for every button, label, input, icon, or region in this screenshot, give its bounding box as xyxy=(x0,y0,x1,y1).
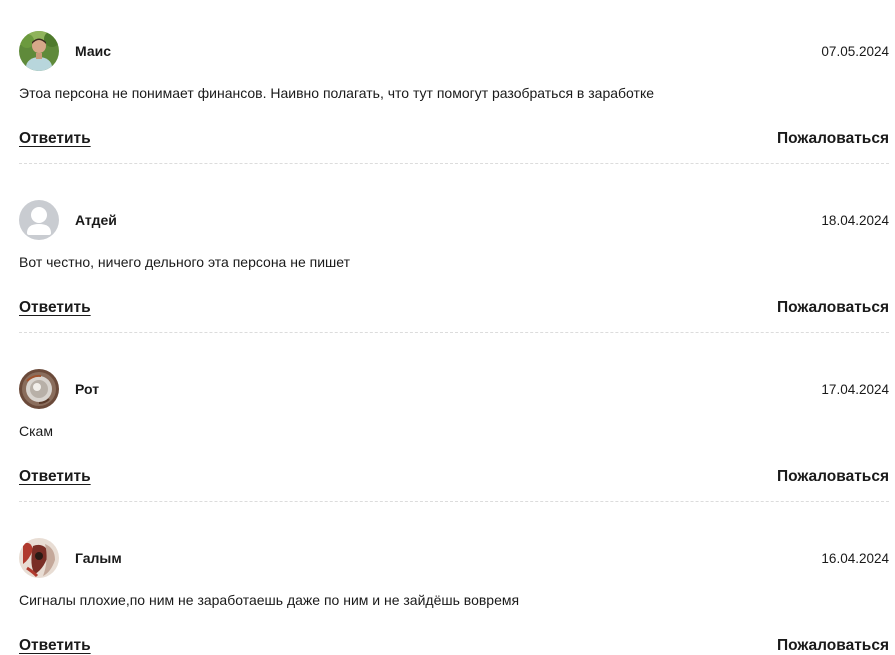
comment-item: Атдей 18.04.2024 Вот честно, ничего дель… xyxy=(0,169,895,338)
user-photo-avatar xyxy=(19,369,59,409)
comment-author: Маис xyxy=(75,43,112,59)
avatar[interactable] xyxy=(19,200,59,240)
avatar[interactable] xyxy=(19,538,59,578)
comment-text: Скам xyxy=(19,423,53,439)
default-avatar-icon xyxy=(19,200,59,240)
comment-date: 17.04.2024 xyxy=(821,382,889,397)
reply-link[interactable]: Ответить xyxy=(19,298,91,318)
comment-author: Рот xyxy=(75,381,100,397)
comment-date: 07.05.2024 xyxy=(821,44,889,59)
reply-link[interactable]: Ответить xyxy=(19,636,91,655)
comment-author: Галым xyxy=(75,550,122,566)
complain-link[interactable]: Пожаловаться xyxy=(777,467,889,487)
comment-item: Маис 07.05.2024 Этоа персона не понимает… xyxy=(0,0,895,169)
comment-author: Атдей xyxy=(75,212,117,228)
reply-link[interactable]: Ответить xyxy=(19,129,91,149)
complain-link[interactable]: Пожаловаться xyxy=(777,129,889,149)
avatar[interactable] xyxy=(19,31,59,71)
complain-link[interactable]: Пожаловаться xyxy=(777,636,889,655)
comment-text: Этоа персона не понимает финансов. Наивн… xyxy=(19,85,655,101)
divider xyxy=(19,332,889,333)
reply-link[interactable]: Ответить xyxy=(19,467,91,487)
comment-date: 18.04.2024 xyxy=(821,213,889,228)
complain-link[interactable]: Пожаловаться xyxy=(777,298,889,318)
user-photo-avatar xyxy=(19,31,59,71)
divider xyxy=(19,501,889,502)
comment-text: Вот честно, ничего дельного эта персона … xyxy=(19,254,351,270)
avatar[interactable] xyxy=(19,369,59,409)
divider xyxy=(19,163,889,164)
comments-list: Маис 07.05.2024 Этоа персона не понимает… xyxy=(0,0,895,655)
comment-item: Галым 16.04.2024 Сигналы плохие,по ним н… xyxy=(0,507,895,655)
comment-date: 16.04.2024 xyxy=(821,551,889,566)
comment-item: Рот 17.04.2024 Скам Ответить Пожаловатьс… xyxy=(0,338,895,507)
user-photo-avatar xyxy=(19,538,59,578)
comment-text: Сигналы плохие,по ним не заработаешь даж… xyxy=(19,592,520,608)
